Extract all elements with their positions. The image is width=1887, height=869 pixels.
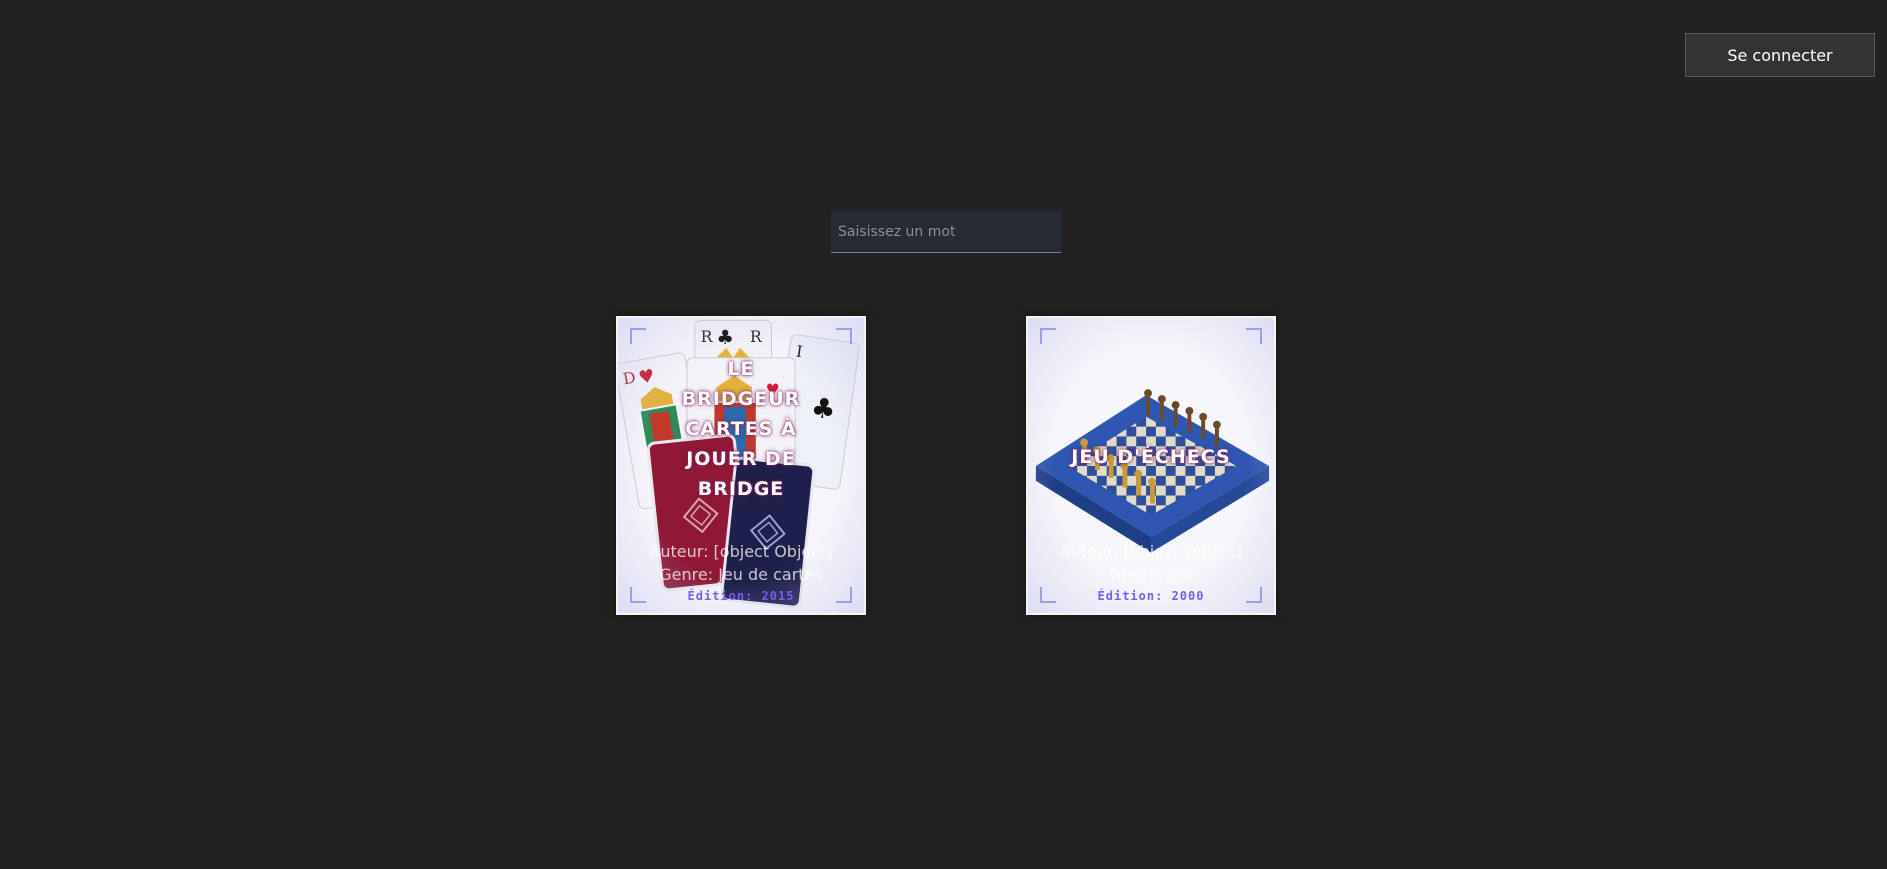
card-meta: Auteur: [object Object] Genre: Jeu [1028,540,1274,586]
card-genre: Genre: Jeu [1109,565,1193,584]
card-meta: Auteur: [object Object] Genre: Jeu de ca… [618,540,864,586]
corner-mark [1246,328,1262,344]
game-card-chess[interactable]: JEU D'ÉCHECS Auteur: [object Object] Gen… [1026,316,1276,615]
card-author: Auteur: [object Object] [649,542,833,561]
card-genre: Genre: Jeu de cartes [659,565,823,584]
card-edition: Édition: 2000 [1097,589,1205,603]
game-card-bridge[interactable]: I ♣ R ♣ R D ♥ ♥ [616,316,866,615]
corner-mark [836,328,852,344]
search-input[interactable] [831,211,1061,253]
corner-mark [630,328,646,344]
card-title: JEU D'ÉCHECS [1071,446,1231,468]
corner-mark [1040,328,1056,344]
card-author: Auteur: [object Object] [1059,542,1243,561]
login-button[interactable]: Se connecter [1685,33,1875,77]
card-edition: Édition: 2015 [687,589,795,603]
card-title: LE BRIDGEUR CARTES À JOUER DE BRIDGE [681,358,801,500]
